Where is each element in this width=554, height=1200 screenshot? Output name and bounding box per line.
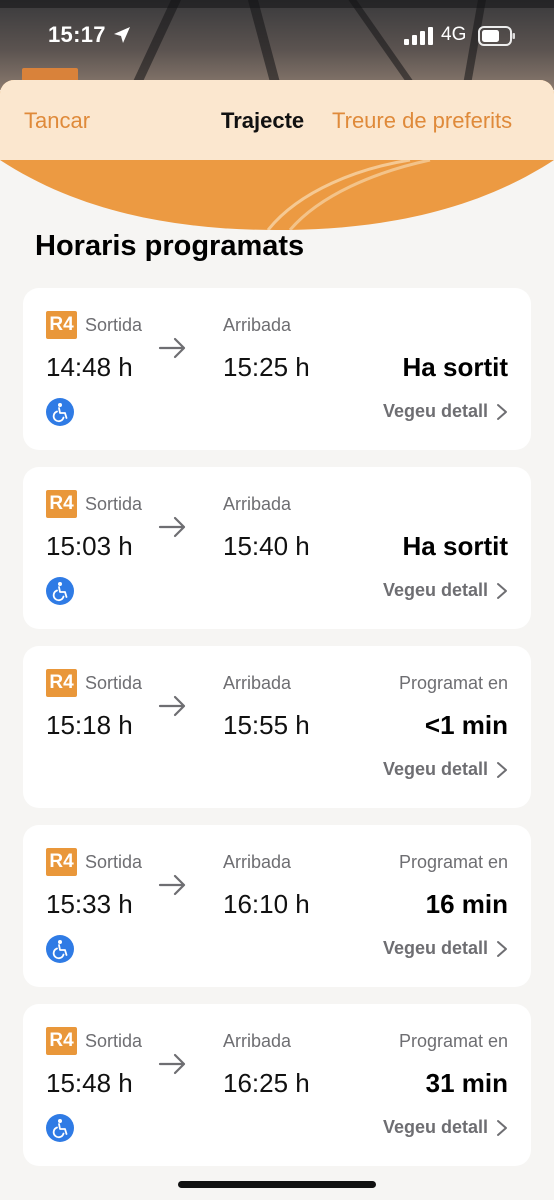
arrow-right-icon <box>158 695 186 717</box>
arrival-label: Arribada <box>223 315 292 335</box>
chevron-right-icon <box>497 582 507 599</box>
departure-label: Sortida <box>85 315 143 335</box>
home-indicator[interactable] <box>178 1181 376 1188</box>
arrival-label: Arribada <box>223 1031 292 1051</box>
line-badge: R4 <box>46 490 77 518</box>
arrow-right-icon <box>158 1053 186 1075</box>
chevron-right-icon <box>497 940 507 957</box>
departure-label: Sortida <box>85 494 143 514</box>
view-detail-link[interactable]: Vegeu detall <box>383 938 508 959</box>
status-value: Ha sortit <box>402 531 508 561</box>
trip-card[interactable]: R4 Sortida 15:48 h Arribada 16:25 h Prog… <box>23 1004 531 1166</box>
arrow-right-icon <box>158 516 186 538</box>
location-arrow-icon <box>114 27 130 43</box>
status-value: Ha sortit <box>402 352 508 382</box>
status-label: Programat en <box>398 1031 508 1051</box>
arrival-time: 15:55 h <box>223 710 310 740</box>
status-value: 16 min <box>425 889 508 919</box>
wheelchair-accessible-icon <box>46 1114 74 1142</box>
cellular-signal-icon <box>404 27 433 45</box>
chevron-right-icon <box>497 761 507 778</box>
status-value: <1 min <box>424 710 508 740</box>
arrival-time: 15:25 h <box>223 352 310 382</box>
trip-card[interactable]: R4 Sortida 15:18 h Arribada 15:55 h Prog… <box>23 646 531 808</box>
arrival-time: 16:25 h <box>223 1068 310 1098</box>
view-detail-label: Vegeu detall <box>382 580 488 600</box>
trip-card[interactable]: R4 Sortida 15:33 h Arribada 16:10 h Prog… <box>23 825 531 987</box>
view-detail-link[interactable]: Vegeu detall <box>383 1117 508 1138</box>
status-time: 15:17 <box>48 22 106 47</box>
network-type: 4G <box>441 24 467 45</box>
nav-title: Trajecte <box>221 108 305 133</box>
line-badge: R4 <box>46 669 77 697</box>
battery-icon <box>478 26 515 46</box>
view-detail-label: Vegeu detall <box>382 759 488 779</box>
nav-bar: Tancar Trajecte Treure de preferits <box>0 80 554 160</box>
status-label: Programat en <box>398 673 508 693</box>
wheelchair-accessible-icon <box>46 577 74 605</box>
arrival-label: Arribada <box>223 673 292 693</box>
arrow-right-icon <box>158 874 186 896</box>
chevron-right-icon <box>497 1119 507 1136</box>
wheelchair-accessible-icon <box>46 398 74 426</box>
section-title: Horaris programats <box>35 230 305 262</box>
arrival-time: 15:40 h <box>223 531 310 561</box>
arrow-right-icon <box>158 337 186 359</box>
line-badge: R4 <box>46 848 77 876</box>
departure-label: Sortida <box>85 1031 143 1051</box>
status-value: 31 min <box>425 1068 508 1098</box>
trip-card[interactable]: R4 Sortida 14:48 h Arribada 15:25 h Ha s… <box>23 288 531 450</box>
chevron-right-icon <box>497 403 507 420</box>
wheelchair-accessible-icon <box>46 935 74 963</box>
departure-label: Sortida <box>85 673 143 693</box>
departure-time: 14:48 h <box>46 352 133 382</box>
status-bar: 15:17 4G <box>0 0 554 72</box>
status-label: Programat en <box>398 852 508 872</box>
header-band: Tancar Trajecte Treure de preferits <box>0 80 554 230</box>
remove-favorite-button[interactable]: Treure de preferits <box>332 108 512 134</box>
view-detail-label: Vegeu detall <box>382 1117 488 1137</box>
route-sheet: Tancar Trajecte Treure de preferits Hora… <box>0 80 554 1200</box>
schedule-list: R4 Sortida 14:48 h Arribada 15:25 h Ha s… <box>23 288 531 1183</box>
trip-card[interactable]: R4 Sortida 15:03 h Arribada 15:40 h Ha s… <box>23 467 531 629</box>
departure-time: 15:33 h <box>46 889 133 919</box>
close-button[interactable]: Tancar <box>24 108 90 134</box>
departure-time: 15:18 h <box>46 710 133 740</box>
view-detail-link[interactable]: Vegeu detall <box>383 759 508 780</box>
line-badge: R4 <box>46 1027 77 1055</box>
view-detail-label: Vegeu detall <box>382 938 488 958</box>
arrival-time: 16:10 h <box>223 889 310 919</box>
view-detail-link[interactable]: Vegeu detall <box>383 401 508 422</box>
view-detail-label: Vegeu detall <box>382 401 488 421</box>
departure-time: 15:03 h <box>46 531 133 561</box>
departure-label: Sortida <box>85 852 143 872</box>
line-badge: R4 <box>46 311 77 339</box>
departure-time: 15:48 h <box>46 1068 133 1098</box>
arrival-label: Arribada <box>223 852 292 872</box>
view-detail-link[interactable]: Vegeu detall <box>383 580 508 601</box>
arrival-label: Arribada <box>223 494 292 514</box>
